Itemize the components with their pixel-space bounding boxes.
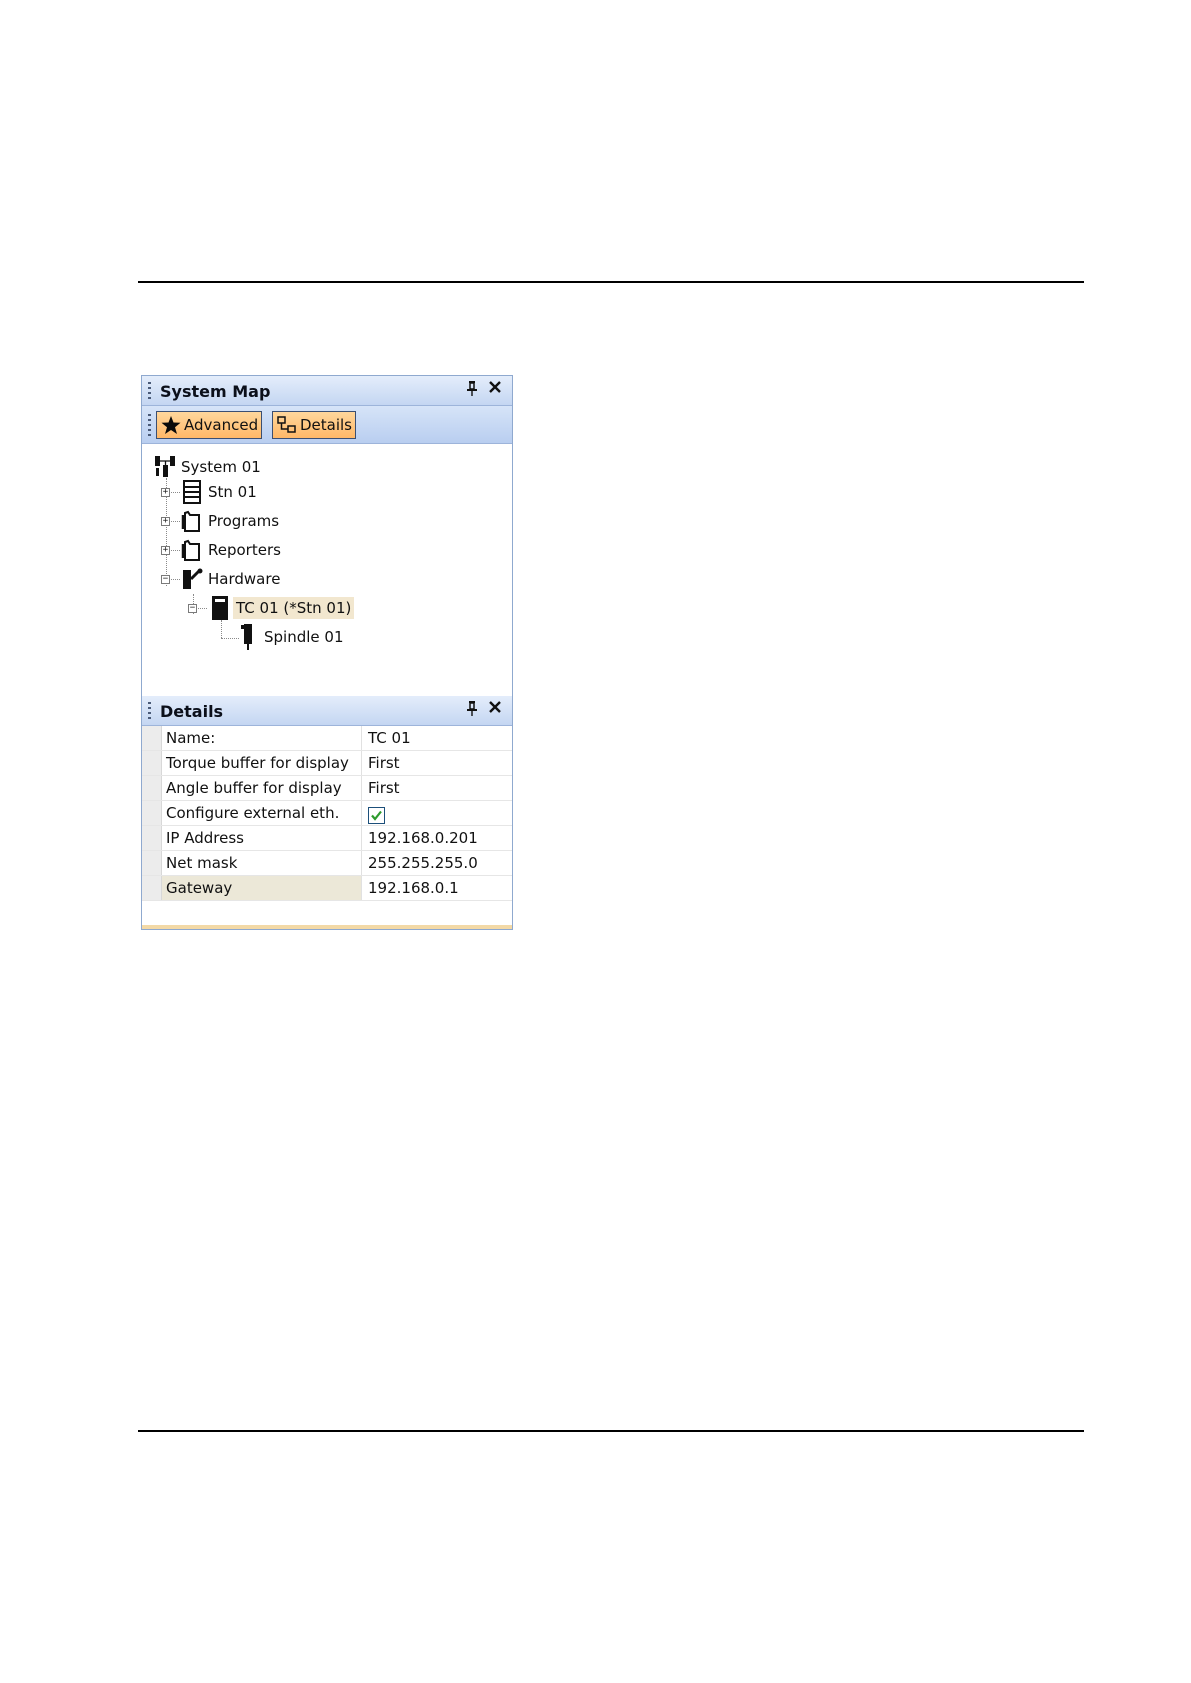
property-name: IP Address bbox=[162, 826, 362, 850]
tree-node-hardware[interactable]: Hardware bbox=[179, 566, 283, 592]
star-icon bbox=[161, 415, 181, 435]
property-row-torque-buffer[interactable]: Torque buffer for display First bbox=[142, 751, 512, 776]
folder-icon bbox=[179, 537, 205, 563]
property-value[interactable]: First bbox=[362, 751, 512, 775]
property-row-gateway[interactable]: Gateway 192.168.0.1 bbox=[142, 876, 512, 901]
details-button[interactable]: Details bbox=[272, 411, 356, 439]
toolbar-grip[interactable] bbox=[148, 414, 151, 436]
tree-label-spindle: Spindle 01 bbox=[264, 628, 344, 646]
property-name: Name: bbox=[162, 726, 362, 750]
top-rule bbox=[138, 281, 1084, 283]
details-titlebar[interactable]: Details bbox=[142, 696, 512, 726]
property-row-net-mask[interactable]: Net mask 255.255.255.0 bbox=[142, 851, 512, 876]
tree-label-controller: TC 01 (*Stn 01) bbox=[233, 597, 355, 619]
system-map-panel: System Map Advanced Details System 01 + … bbox=[141, 375, 513, 930]
property-name: Torque buffer for display bbox=[162, 751, 362, 775]
tree-label-system: System 01 bbox=[181, 458, 261, 476]
details-icon bbox=[277, 415, 297, 435]
bottom-rule bbox=[138, 1430, 1084, 1432]
tree-label-stn: Stn 01 bbox=[208, 483, 257, 501]
station-icon bbox=[179, 479, 205, 505]
tree-node-programs[interactable]: Programs bbox=[179, 508, 282, 534]
tree-connector bbox=[221, 620, 222, 638]
property-name: Gateway bbox=[162, 876, 362, 900]
collapse-toggle[interactable]: − bbox=[161, 575, 170, 584]
panel-footer bbox=[142, 925, 512, 929]
external-eth-checkbox[interactable] bbox=[368, 806, 385, 824]
pin-icon[interactable] bbox=[466, 380, 478, 400]
property-value[interactable]: 192.168.0.201 bbox=[362, 826, 512, 850]
property-value[interactable]: 255.255.255.0 bbox=[362, 851, 512, 875]
property-grid: Name: TC 01 Torque buffer for display Fi… bbox=[142, 726, 512, 901]
property-row-name[interactable]: Name: TC 01 bbox=[142, 726, 512, 751]
close-icon[interactable] bbox=[488, 378, 502, 399]
tree-label-programs: Programs bbox=[208, 512, 280, 530]
folder-icon bbox=[179, 508, 205, 534]
expand-toggle[interactable]: + bbox=[161, 517, 170, 526]
spindle-icon bbox=[235, 624, 261, 650]
property-value[interactable]: First bbox=[362, 776, 512, 800]
system-map-title: System Map bbox=[160, 382, 271, 401]
grip-handle[interactable] bbox=[148, 702, 151, 722]
system-icon bbox=[152, 454, 178, 480]
property-row-external-eth[interactable]: Configure external eth. bbox=[142, 801, 512, 826]
pin-icon[interactable] bbox=[466, 700, 478, 720]
hardware-icon bbox=[179, 566, 205, 592]
tree-node-reporters[interactable]: Reporters bbox=[179, 537, 284, 563]
expand-toggle[interactable]: + bbox=[161, 488, 170, 497]
tree-node-stn[interactable]: Stn 01 bbox=[179, 479, 260, 505]
property-name: Angle buffer for display bbox=[162, 776, 362, 800]
tree-node-system[interactable]: System 01 bbox=[152, 454, 264, 480]
grip-handle[interactable] bbox=[148, 382, 151, 402]
details-label: Details bbox=[300, 416, 353, 434]
property-name: Net mask bbox=[162, 851, 362, 875]
advanced-button[interactable]: Advanced bbox=[156, 411, 262, 439]
property-row-ip-address[interactable]: IP Address 192.168.0.201 bbox=[142, 826, 512, 851]
system-map-titlebar[interactable]: System Map bbox=[142, 376, 512, 406]
property-value[interactable]: 192.168.0.1 bbox=[362, 876, 512, 900]
advanced-label: Advanced bbox=[184, 416, 259, 434]
collapse-toggle[interactable]: − bbox=[188, 604, 197, 613]
controller-icon bbox=[207, 595, 233, 621]
tree-node-controller[interactable]: TC 01 (*Stn 01) bbox=[207, 595, 355, 621]
details-title: Details bbox=[160, 702, 224, 721]
close-icon[interactable] bbox=[488, 698, 502, 719]
property-name: Configure external eth. bbox=[162, 801, 362, 825]
system-tree: System 01 + Stn 01 + Programs + Reporter… bbox=[142, 444, 512, 672]
tree-node-spindle[interactable]: Spindle 01 bbox=[235, 624, 347, 650]
expand-toggle[interactable]: + bbox=[161, 546, 170, 555]
property-row-angle-buffer[interactable]: Angle buffer for display First bbox=[142, 776, 512, 801]
tree-label-reporters: Reporters bbox=[208, 541, 281, 559]
system-map-toolbar: Advanced Details bbox=[142, 406, 512, 444]
property-value[interactable]: TC 01 bbox=[362, 726, 512, 750]
tree-label-hardware: Hardware bbox=[208, 570, 281, 588]
